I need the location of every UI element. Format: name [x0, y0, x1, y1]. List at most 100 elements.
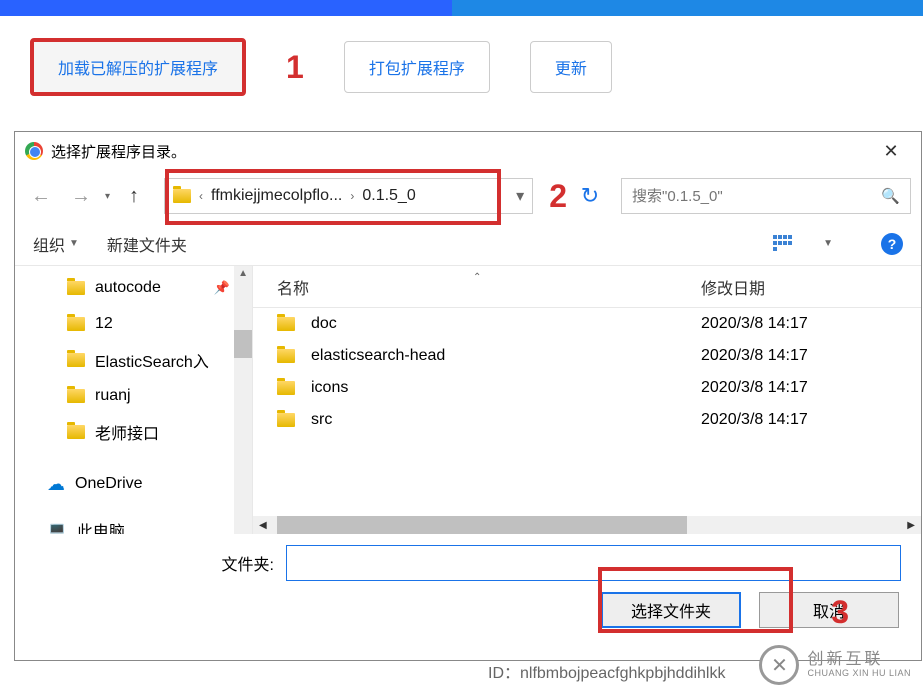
chevron-left-icon: ‹ — [199, 189, 203, 203]
folder-icon — [277, 317, 295, 331]
watermark-en: CHUANG XIN HU LIAN — [807, 669, 911, 679]
folder-input-row: 文件夹: — [15, 534, 921, 592]
sidebar-label: 老师接口 — [95, 420, 159, 444]
chrome-icon — [25, 142, 43, 160]
view-mode-icon[interactable] — [773, 235, 795, 253]
organize-menu[interactable]: 组织 ▼ — [33, 232, 79, 256]
breadcrumb-segment-2[interactable]: 0.1.5_0 — [362, 187, 415, 205]
chevron-right-icon: › — [350, 189, 354, 203]
folder-icon — [277, 349, 295, 363]
top-banner-right — [452, 0, 923, 16]
sidebar-item-ruanj[interactable]: ruanj — [15, 378, 252, 414]
sort-indicator-icon: ⌃ — [473, 272, 481, 283]
sidebar-label: 12 — [95, 315, 113, 333]
extensions-toolbar: 加载已解压的扩展程序 1 打包扩展程序 更新 — [30, 38, 612, 96]
sidebar-label: 此电脑 — [77, 518, 125, 534]
folder-icon — [173, 189, 191, 203]
search-box[interactable]: 🔍 — [621, 178, 911, 214]
file-date: 2020/3/8 14:17 — [693, 411, 921, 429]
sidebar-item-this-pc[interactable]: 💻 此电脑 — [15, 512, 252, 534]
dialog-button-row: 3 选择文件夹 取消 — [15, 592, 921, 628]
navigation-row: ← → ▾ ↑ ‹ ffmkiejjmecolpflo... › 0.1.5_0… — [15, 170, 921, 222]
sidebar-item-teacher[interactable]: 老师接口 — [15, 414, 252, 450]
help-icon[interactable]: ? — [881, 233, 903, 255]
sidebar-label: autocode — [95, 279, 161, 297]
column-label: 名称 — [277, 281, 309, 298]
annotation-step-3: 3 — [831, 594, 849, 631]
file-name: icons — [311, 379, 348, 397]
table-row[interactable]: icons 2020/3/8 14:17 — [253, 372, 921, 404]
history-dropdown-icon[interactable]: ▾ — [105, 191, 110, 202]
folder-icon — [67, 353, 85, 367]
sidebar-item-12[interactable]: 12 — [15, 306, 252, 342]
file-date: 2020/3/8 14:17 — [693, 347, 921, 365]
pc-icon: 💻 — [47, 520, 67, 534]
cancel-button[interactable]: 取消 — [759, 592, 899, 628]
content-area: autocode 📌 12 ElasticSearch入 ruanj 老师接口 … — [15, 266, 921, 534]
chevron-down-icon: ▼ — [69, 238, 79, 249]
folder-icon — [67, 317, 85, 331]
folder-icon — [67, 425, 85, 439]
dialog-titlebar: 选择扩展程序目录。 ✕ — [15, 132, 921, 170]
update-button[interactable]: 更新 — [530, 41, 612, 93]
pack-extension-button[interactable]: 打包扩展程序 — [344, 41, 490, 93]
sidebar-item-elasticsearch[interactable]: ElasticSearch入 — [15, 342, 252, 378]
folder-label: 文件夹: — [222, 551, 274, 575]
watermark-logo-icon: ✕ — [759, 645, 799, 685]
search-input[interactable] — [632, 188, 881, 205]
sidebar-item-autocode[interactable]: autocode 📌 — [15, 270, 252, 306]
sidebar-item-onedrive[interactable]: ☁ OneDrive — [15, 466, 252, 502]
close-icon[interactable]: ✕ — [871, 141, 911, 162]
sidebar-label: ElasticSearch入 — [95, 348, 209, 372]
scroll-left-icon[interactable]: ◀ — [259, 520, 267, 531]
select-folder-button[interactable]: 选择文件夹 — [601, 592, 741, 628]
table-row[interactable]: src 2020/3/8 14:17 — [253, 404, 921, 436]
folder-icon — [277, 381, 295, 395]
extension-id-label: ID：nlfbmbojpeacfghkpbjhddihlkk — [488, 659, 725, 683]
folder-input[interactable] — [286, 545, 901, 581]
column-name-header[interactable]: ⌃ 名称 — [253, 275, 693, 299]
scrollbar-thumb[interactable] — [234, 330, 252, 358]
folder-picker-dialog: 选择扩展程序目录。 ✕ ← → ▾ ↑ ‹ ffmkiejjmecolpflo.… — [14, 131, 922, 661]
table-row[interactable]: doc 2020/3/8 14:17 — [253, 308, 921, 340]
sidebar-scrollbar[interactable]: ▲ — [234, 266, 252, 534]
column-date-header[interactable]: 修改日期 — [693, 275, 921, 299]
watermark: ✕ 创新互联 CHUANG XIN HU LIAN — [759, 645, 911, 685]
watermark-cn: 创新互联 — [807, 651, 911, 669]
file-name: doc — [311, 315, 337, 333]
list-header: ⌃ 名称 修改日期 — [253, 266, 921, 308]
scrollbar-thumb[interactable] — [277, 516, 687, 534]
view-dropdown-icon[interactable]: ▼ — [823, 238, 833, 249]
annotation-step-1: 1 — [286, 49, 304, 86]
top-banner-left — [0, 0, 452, 16]
breadcrumb-segment-1[interactable]: ffmkiejjmecolpflo... — [211, 187, 342, 205]
sidebar: autocode 📌 12 ElasticSearch入 ruanj 老师接口 … — [15, 266, 253, 534]
file-list: ⌃ 名称 修改日期 doc 2020/3/8 14:17 elasticsear… — [253, 266, 921, 534]
scroll-up-icon[interactable]: ▲ — [238, 268, 248, 279]
forward-arrow-icon[interactable]: → — [65, 180, 97, 212]
breadcrumb[interactable]: ‹ ffmkiejjmecolpflo... › 0.1.5_0 ▾ — [164, 178, 533, 214]
file-date: 2020/3/8 14:17 — [693, 315, 921, 333]
load-unpacked-button[interactable]: 加载已解压的扩展程序 — [30, 38, 246, 96]
back-arrow-icon[interactable]: ← — [25, 180, 57, 212]
folder-icon — [277, 413, 295, 427]
file-name: elasticsearch-head — [311, 347, 445, 365]
sidebar-label: ruanj — [95, 387, 131, 405]
annotation-step-2: 2 — [549, 178, 567, 215]
breadcrumb-dropdown-icon[interactable]: ▾ — [516, 186, 524, 206]
table-row[interactable]: elasticsearch-head 2020/3/8 14:17 — [253, 340, 921, 372]
refresh-icon[interactable]: ↻ — [575, 183, 605, 209]
up-arrow-icon[interactable]: ↑ — [118, 180, 150, 212]
dialog-title: 选择扩展程序目录。 — [51, 141, 871, 162]
scroll-right-icon[interactable]: ▶ — [907, 520, 915, 531]
organize-label: 组织 — [33, 232, 65, 256]
file-name: src — [311, 411, 332, 429]
sidebar-label: OneDrive — [75, 475, 143, 493]
options-row: 组织 ▼ 新建文件夹 ▼ ? — [15, 222, 921, 266]
folder-icon — [67, 281, 85, 295]
folder-icon — [67, 389, 85, 403]
new-folder-button[interactable]: 新建文件夹 — [107, 232, 187, 256]
file-date: 2020/3/8 14:17 — [693, 379, 921, 397]
search-icon[interactable]: 🔍 — [881, 187, 900, 205]
horizontal-scrollbar[interactable]: ◀ ▶ — [253, 516, 921, 534]
